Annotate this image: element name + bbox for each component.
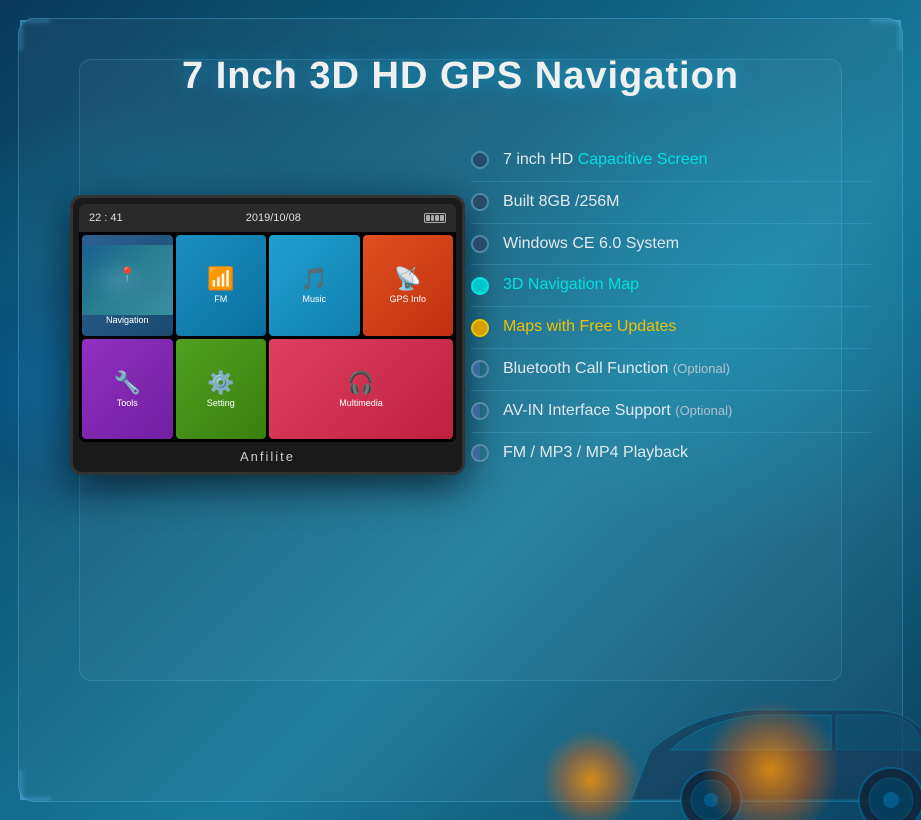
feature-bullet-8 bbox=[471, 444, 489, 462]
page-title: 7 Inch 3D HD GPS Navigation bbox=[0, 55, 921, 98]
feature-text-2: Built 8GB /256M bbox=[503, 192, 620, 213]
app-grid: 📍 Navigation 📶 FM 🎵 Music 📡 GPS bbox=[79, 232, 456, 442]
feature-text-prefix-7: AV-IN Interface Support bbox=[503, 402, 675, 419]
app-label-multimedia: Multimedia bbox=[339, 398, 383, 408]
feature-text-highlight-1: Capacitive Screen bbox=[578, 151, 708, 168]
gps-icon: 📡 bbox=[394, 266, 421, 292]
app-label-setting: Setting bbox=[207, 398, 235, 408]
feature-item-8: FM / MP3 / MP4 Playback bbox=[471, 433, 871, 474]
feature-bullet-7 bbox=[471, 402, 489, 420]
app-cell-gps-info[interactable]: 📡 GPS Info bbox=[363, 235, 454, 336]
feature-text-5: Maps with Free Updates bbox=[503, 317, 676, 338]
app-label-music: Music bbox=[302, 294, 326, 304]
feature-item-2: Built 8GB /256M bbox=[471, 182, 871, 224]
music-icon: 🎵 bbox=[301, 266, 328, 292]
feature-item-3: Windows CE 6.0 System bbox=[471, 224, 871, 266]
feature-text-optional-6: (Optional) bbox=[673, 361, 730, 376]
feature-text-highlight-5: Maps with Free Updates bbox=[503, 318, 676, 335]
nav-map: 📍 bbox=[82, 245, 173, 315]
battery-segment-3 bbox=[435, 215, 439, 221]
feature-text-prefix-8: FM / MP3 / MP4 Playback bbox=[503, 444, 688, 461]
feature-text-1: 7 inch HD Capacitive Screen bbox=[503, 150, 708, 171]
multimedia-icon: 🎧 bbox=[347, 370, 374, 396]
car-area bbox=[0, 620, 921, 820]
device-area: 22 : 41 2019/10/08 📍 bbox=[40, 155, 470, 545]
setting-icon: ⚙️ bbox=[207, 370, 234, 396]
feature-text-optional-7: (Optional) bbox=[675, 403, 732, 418]
feature-item-4: 3D Navigation Map bbox=[471, 265, 871, 307]
battery-body bbox=[424, 213, 446, 223]
app-cell-navigation[interactable]: 📍 Navigation bbox=[82, 235, 173, 336]
wheel-glow-rear bbox=[541, 730, 641, 820]
app-cell-music[interactable]: 🎵 Music bbox=[269, 235, 360, 336]
feature-text-7: AV-IN Interface Support (Optional) bbox=[503, 401, 732, 422]
tools-icon: 🔧 bbox=[114, 370, 141, 396]
app-label-tools: Tools bbox=[117, 398, 138, 408]
feature-text-highlight-4: 3D Navigation Map bbox=[503, 276, 639, 293]
app-label-gps: GPS Info bbox=[389, 294, 426, 304]
app-cell-fm[interactable]: 📶 FM bbox=[176, 235, 267, 336]
feature-text-6: Bluetooth Call Function (Optional) bbox=[503, 359, 730, 380]
feature-text-prefix-1: 7 inch HD bbox=[503, 151, 578, 168]
feature-bullet-5 bbox=[471, 319, 489, 337]
feature-text-4: 3D Navigation Map bbox=[503, 275, 639, 296]
device-screen: 22 : 41 2019/10/08 📍 bbox=[79, 204, 456, 442]
battery-icon bbox=[424, 213, 446, 223]
battery-segment-1 bbox=[426, 215, 430, 221]
gps-device: 22 : 41 2019/10/08 📍 bbox=[70, 195, 465, 475]
feature-bullet-3 bbox=[471, 235, 489, 253]
app-cell-tools[interactable]: 🔧 Tools bbox=[82, 339, 173, 440]
features-list: 7 inch HD Capacitive Screen Built 8GB /2… bbox=[471, 140, 871, 473]
app-cell-setting[interactable]: ⚙️ Setting bbox=[176, 339, 267, 440]
feature-item-6: Bluetooth Call Function (Optional) bbox=[471, 349, 871, 391]
device-time: 22 : 41 bbox=[89, 212, 123, 224]
fm-icon: 📶 bbox=[207, 266, 234, 292]
feature-text-8: FM / MP3 / MP4 Playback bbox=[503, 443, 688, 464]
car-silhouette bbox=[451, 640, 921, 820]
feature-text-prefix-6: Bluetooth Call Function bbox=[503, 360, 673, 377]
feature-text-3: Windows CE 6.0 System bbox=[503, 234, 679, 255]
feature-item-7: AV-IN Interface Support (Optional) bbox=[471, 391, 871, 433]
device-date: 2019/10/08 bbox=[246, 212, 301, 224]
app-cell-multimedia[interactable]: 🎧 Multimedia bbox=[269, 339, 453, 440]
feature-bullet-1 bbox=[471, 151, 489, 169]
feature-bullet-6 bbox=[471, 360, 489, 378]
feature-bullet-4 bbox=[471, 277, 489, 295]
feature-text-prefix-3: Windows CE 6.0 System bbox=[503, 235, 679, 252]
status-bar: 22 : 41 2019/10/08 bbox=[79, 204, 456, 232]
device-brand: Anfilite bbox=[73, 449, 462, 464]
feature-item-5: Maps with Free Updates bbox=[471, 307, 871, 349]
battery-segment-4 bbox=[440, 215, 444, 221]
feature-item-1: 7 inch HD Capacitive Screen bbox=[471, 140, 871, 182]
feature-text-prefix-2: Built 8GB /256M bbox=[503, 193, 620, 210]
feature-bullet-2 bbox=[471, 193, 489, 211]
app-label-navigation: Navigation bbox=[106, 315, 149, 325]
battery-segment-2 bbox=[431, 215, 435, 221]
app-label-fm: FM bbox=[214, 294, 227, 304]
map-pin: 📍 bbox=[119, 266, 136, 283]
